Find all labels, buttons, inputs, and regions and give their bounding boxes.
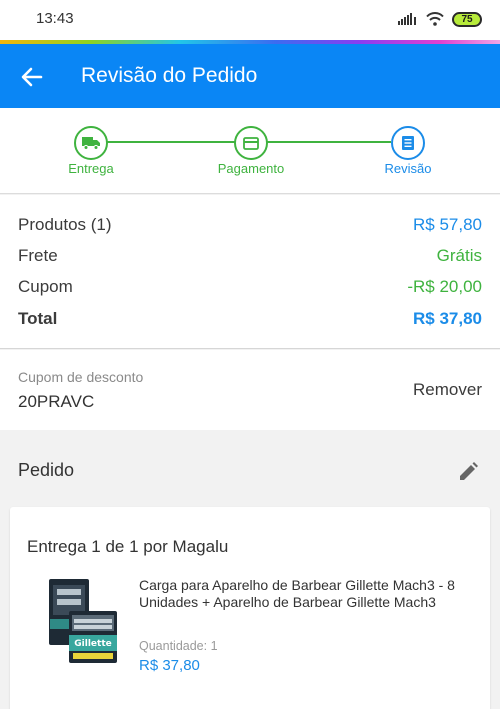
products-label: Produtos (1) [18, 215, 112, 234]
step-connector [107, 141, 235, 143]
summary-coupon-row: Cupom -R$ 20,00 [18, 275, 482, 299]
status-bar: 13:43 75 [0, 0, 500, 42]
product-price: R$ 37,80 [139, 657, 200, 674]
edit-order-button[interactable] [454, 458, 482, 486]
step-review[interactable] [391, 126, 425, 160]
card-icon [243, 136, 259, 150]
arrow-left-icon [21, 67, 43, 87]
page-title: Revisão do Pedido [81, 64, 258, 87]
app-header: Revisão do Pedido [0, 44, 500, 108]
step-payment-label: Pagamento [217, 161, 285, 176]
shipping-label: Frete [18, 246, 58, 265]
total-value: R$ 37,80 [413, 309, 482, 328]
summary-shipping-row: Frete Grátis [18, 244, 482, 268]
order-summary: Produtos (1) R$ 57,80 Frete Grátis Cupom… [0, 195, 500, 349]
step-review-label: Revisão [384, 161, 432, 176]
coupon-field-label: Cupom de desconto [18, 369, 144, 385]
document-icon [402, 136, 414, 150]
step-connector [267, 141, 391, 143]
coupon-code: 20PRAVC [18, 392, 95, 411]
step-payment[interactable] [234, 126, 268, 160]
summary-total-row: Total R$ 37,80 [18, 307, 482, 331]
status-icons: 75 [398, 10, 482, 28]
delivery-card: Entrega 1 de 1 por Magalu Gillette Carga… [10, 507, 490, 709]
checkout-stepper: Entrega Pagamento Revisão [0, 108, 500, 194]
product-name[interactable]: Carga para Aparelho de Barbear Gillette … [139, 577, 479, 611]
truck-icon [82, 137, 100, 150]
order-section-title: Pedido [18, 460, 75, 480]
product-quantity: Quantidade: 1 [139, 639, 218, 653]
coupon-section: Cupom de desconto 20PRAVC Remover [0, 350, 500, 430]
summary-products-row: Produtos (1) R$ 57,80 [18, 213, 482, 237]
remove-coupon-button[interactable]: Remover [413, 380, 482, 400]
coupon-discount-value: -R$ 20,00 [407, 277, 482, 296]
battery-icon: 75 [452, 11, 482, 27]
products-value: R$ 57,80 [413, 215, 482, 234]
shipping-value: Grátis [436, 246, 482, 265]
brand-text: Gillette [74, 639, 111, 649]
coupon-discount-label: Cupom [18, 277, 73, 296]
signal-icon [398, 13, 416, 25]
pencil-icon [460, 462, 478, 480]
battery-level: 75 [461, 13, 473, 25]
back-button[interactable] [14, 59, 50, 95]
status-time: 13:43 [36, 10, 74, 27]
product-image[interactable]: Gillette [45, 577, 119, 669]
delivery-heading: Entrega 1 de 1 por Magalu [27, 537, 229, 556]
step-delivery-label: Entrega [68, 161, 114, 176]
wifi-icon [426, 12, 444, 26]
product-image-graphic: Gillette [49, 579, 117, 663]
step-delivery[interactable] [74, 126, 108, 160]
total-label: Total [18, 309, 58, 328]
